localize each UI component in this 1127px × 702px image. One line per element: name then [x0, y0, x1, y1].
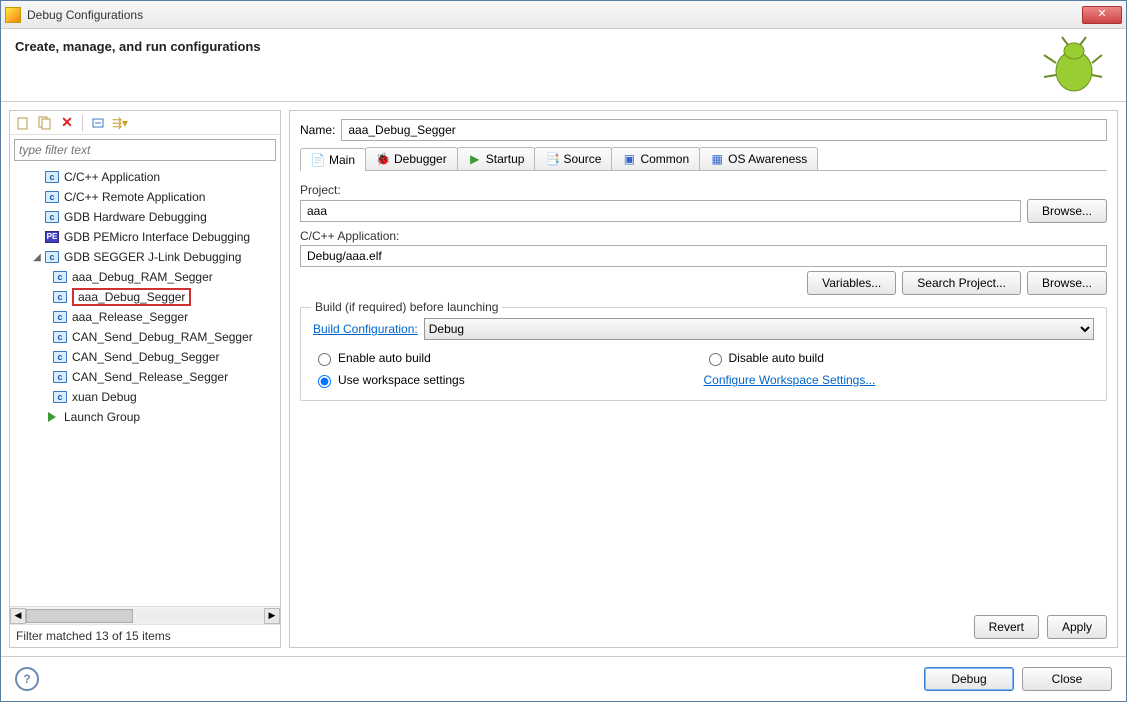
toolbar-separator	[82, 115, 83, 131]
source-icon: 📑	[545, 152, 559, 166]
config-list-panel: ✕ ⇶▾ cC/C++ Application cC/C++ Remote Ap…	[9, 110, 281, 648]
detail-button-row: Revert Apply	[300, 607, 1107, 639]
scroll-left-button[interactable]: ◀	[10, 608, 26, 624]
collapse-all-button[interactable]	[89, 114, 107, 132]
tree-child-item-selected[interactable]: caaa_Debug_Segger	[10, 287, 280, 307]
apply-button[interactable]: Apply	[1047, 615, 1107, 639]
variables-button[interactable]: Variables...	[807, 271, 896, 295]
dialog-footer: ? Debug Close	[1, 656, 1126, 701]
app-icon	[5, 7, 21, 23]
tab-debugger[interactable]: 🐞Debugger	[365, 147, 458, 170]
config-tabs: 📄Main 🐞Debugger ▶Startup 📑Source ▣Common…	[300, 147, 1107, 171]
filter-box	[14, 139, 276, 161]
config-detail-panel: Name: 📄Main 🐞Debugger ▶Startup 📑Source ▣…	[289, 110, 1118, 648]
disable-auto-build-radio[interactable]: Disable auto build	[704, 350, 1095, 366]
project-input[interactable]	[300, 200, 1021, 222]
tab-startup[interactable]: ▶Startup	[457, 147, 536, 170]
bug-icon: 🐞	[376, 152, 390, 166]
tab-common[interactable]: ▣Common	[611, 147, 700, 170]
close-button[interactable]: Close	[1022, 667, 1112, 691]
filter-status: Filter matched 13 of 15 items	[10, 624, 280, 647]
use-workspace-radio[interactable]: Use workspace settings	[313, 372, 704, 388]
build-settings-group: Build (if required) before launching Bui…	[300, 307, 1107, 401]
name-label: Name:	[300, 123, 335, 137]
name-input[interactable]	[341, 119, 1107, 141]
window-title: Debug Configurations	[27, 8, 1082, 22]
revert-button[interactable]: Revert	[974, 615, 1039, 639]
debug-configurations-window: Debug Configurations ✕ Create, manage, a…	[0, 0, 1127, 702]
tree-child-item[interactable]: caaa_Release_Segger	[10, 307, 280, 327]
enable-auto-build-radio[interactable]: Enable auto build	[313, 350, 704, 366]
tab-main[interactable]: 📄Main	[300, 148, 366, 171]
duplicate-config-button[interactable]	[36, 114, 54, 132]
search-project-button[interactable]: Search Project...	[902, 271, 1021, 295]
debug-bug-icon	[1040, 33, 1104, 97]
dialog-header: Create, manage, and run configurations	[1, 29, 1126, 102]
tree-child-item[interactable]: cCAN_Send_Debug_Segger	[10, 347, 280, 367]
play-icon: ▶	[468, 152, 482, 166]
tree-item[interactable]: cGDB Hardware Debugging	[10, 207, 280, 227]
help-button[interactable]: ?	[15, 667, 39, 691]
title-bar[interactable]: Debug Configurations ✕	[1, 1, 1126, 29]
dialog-content: ✕ ⇶▾ cC/C++ Application cC/C++ Remote Ap…	[1, 102, 1126, 656]
common-icon: ▣	[622, 152, 636, 166]
tree-item[interactable]: PEGDB PEMicro Interface Debugging	[10, 227, 280, 247]
application-input[interactable]	[300, 245, 1107, 267]
delete-config-button[interactable]: ✕	[58, 114, 76, 132]
filter-input[interactable]	[14, 139, 276, 161]
application-label: C/C++ Application:	[300, 229, 1107, 243]
scroll-thumb[interactable]	[26, 609, 133, 623]
tree-child-item[interactable]: cCAN_Send_Debug_RAM_Segger	[10, 327, 280, 347]
build-config-select[interactable]: Debug	[424, 318, 1094, 340]
project-label: Project:	[300, 183, 1107, 197]
scroll-track[interactable]	[26, 609, 264, 623]
horizontal-scrollbar[interactable]: ◀ ▶	[10, 606, 280, 624]
build-legend: Build (if required) before launching	[311, 300, 502, 314]
configure-workspace-link[interactable]: Configure Workspace Settings...	[704, 372, 1095, 388]
tree-item[interactable]: cC/C++ Application	[10, 167, 280, 187]
tab-main-content: Project: Browse... C/C++ Application: Va…	[300, 179, 1107, 607]
tree-child-item[interactable]: cCAN_Send_Release_Segger	[10, 367, 280, 387]
os-icon: ▦	[710, 152, 724, 166]
tab-source[interactable]: 📑Source	[534, 147, 612, 170]
build-config-link[interactable]: Build Configuration:	[313, 322, 418, 336]
project-browse-button[interactable]: Browse...	[1027, 199, 1107, 223]
window-close-button[interactable]: ✕	[1082, 6, 1122, 24]
file-icon: 📄	[311, 153, 325, 167]
tree-item[interactable]: cC/C++ Remote Application	[10, 187, 280, 207]
tree-child-item[interactable]: caaa_Debug_RAM_Segger	[10, 267, 280, 287]
debug-button[interactable]: Debug	[924, 667, 1014, 691]
scroll-right-button[interactable]: ▶	[264, 608, 280, 624]
config-tree[interactable]: cC/C++ Application cC/C++ Remote Applica…	[10, 165, 280, 606]
tree-item[interactable]: Launch Group	[10, 407, 280, 427]
dialog-title: Create, manage, and run configurations	[15, 39, 1040, 54]
new-config-button[interactable]	[14, 114, 32, 132]
tree-item-expanded[interactable]: ◢cGDB SEGGER J-Link Debugging	[10, 247, 280, 267]
tree-child-item[interactable]: cxuan Debug	[10, 387, 280, 407]
tab-os-awareness[interactable]: ▦OS Awareness	[699, 147, 818, 170]
application-browse-button[interactable]: Browse...	[1027, 271, 1107, 295]
config-toolbar: ✕ ⇶▾	[10, 111, 280, 135]
filter-button[interactable]: ⇶▾	[111, 114, 129, 132]
